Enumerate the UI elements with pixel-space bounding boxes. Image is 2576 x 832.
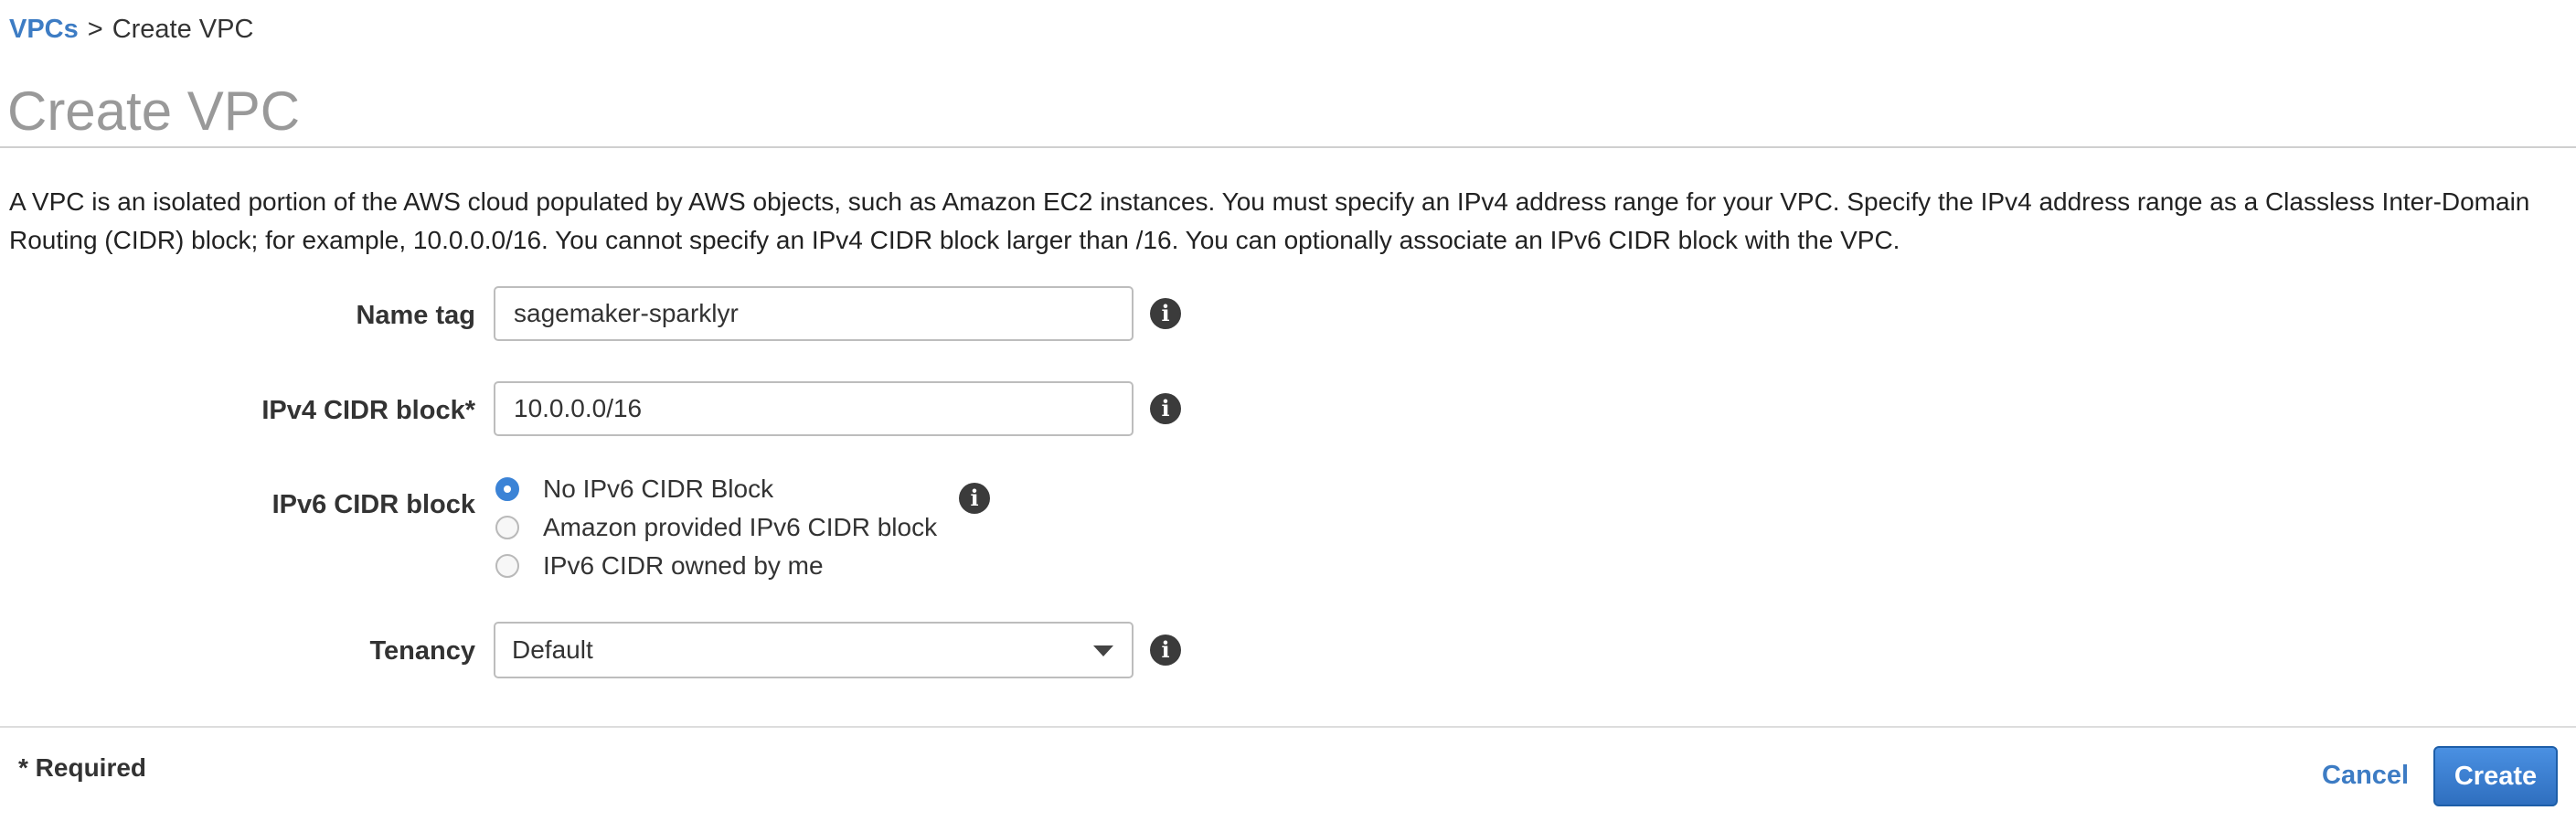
radio-button[interactable]	[495, 554, 519, 578]
breadcrumb-separator: >	[87, 15, 103, 44]
required-note: * Required	[18, 753, 147, 782]
tenancy-info-icon[interactable]: i	[1150, 635, 1181, 666]
tenancy-selected-value: Default	[512, 635, 593, 664]
ipv4-cidr-info-icon[interactable]: i	[1150, 393, 1181, 424]
cancel-button[interactable]: Cancel	[2322, 761, 2409, 791]
tenancy-select[interactable]: Default	[494, 622, 1134, 678]
breadcrumb: VPCs > Create VPC	[9, 13, 253, 46]
name-tag-label: Name tag	[356, 301, 475, 330]
ipv6-option-none[interactable]: No IPv6 CIDR Block	[495, 471, 773, 507]
ipv6-option-label: No IPv6 CIDR Block	[543, 475, 774, 503]
ipv6-cidr-info-icon[interactable]: i	[959, 483, 990, 514]
ipv4-cidr-label: IPv4 CIDR block*	[261, 396, 475, 425]
title-divider	[0, 146, 2576, 148]
page-title: Create VPC	[7, 80, 301, 142]
breadcrumb-current: Create VPC	[112, 15, 254, 44]
ipv6-option-amazon[interactable]: Amazon provided IPv6 CIDR block	[495, 509, 937, 546]
name-tag-info-icon[interactable]: i	[1150, 298, 1181, 329]
ipv6-cidr-label: IPv6 CIDR block	[271, 490, 475, 519]
create-button[interactable]: Create	[2433, 746, 2558, 806]
footer-divider	[0, 726, 2576, 728]
radio-button-selected[interactable]	[495, 477, 519, 501]
breadcrumb-link-vpcs[interactable]: VPCs	[9, 15, 79, 44]
ipv6-option-label: IPv6 CIDR owned by me	[543, 551, 824, 580]
tenancy-label: Tenancy	[369, 636, 475, 666]
name-tag-input[interactable]	[494, 286, 1134, 341]
chevron-down-icon	[1093, 645, 1113, 656]
radio-button[interactable]	[495, 516, 519, 539]
ipv6-option-label: Amazon provided IPv6 CIDR block	[543, 513, 938, 541]
ipv6-option-owned[interactable]: IPv6 CIDR owned by me	[495, 548, 824, 584]
page-description: A VPC is an isolated portion of the AWS …	[9, 187, 2530, 254]
ipv4-cidr-input[interactable]	[494, 381, 1134, 436]
